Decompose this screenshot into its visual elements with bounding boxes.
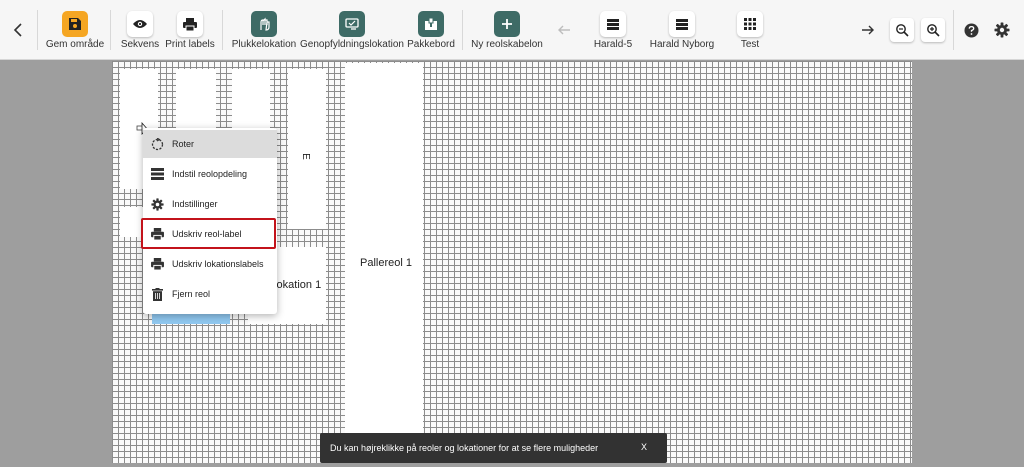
snackbar: Du kan højreklikke på reoler og lokation… — [320, 433, 667, 463]
print-labels-button[interactable]: Print labels — [164, 0, 216, 60]
shelf[interactable] — [176, 69, 216, 137]
toolbar-separator — [222, 10, 223, 50]
shelf-e-label: E — [299, 153, 311, 160]
arrow-left-icon — [558, 25, 570, 35]
menu-item-label: Roter — [172, 139, 195, 149]
packing-table-icon — [418, 11, 444, 37]
save-area-label: Gem område — [45, 39, 105, 50]
zoom-out-button[interactable] — [890, 18, 914, 42]
shelf[interactable] — [232, 69, 270, 137]
menu-item-label: Indstil reolopdeling — [172, 169, 248, 179]
toolbar-separator — [953, 10, 954, 50]
toolbar-separator — [462, 10, 463, 50]
help-icon — [964, 23, 978, 37]
menu-item-label: Indstillinger — [172, 199, 218, 209]
menu-item-set-division[interactable]: Indstil reolopdeling — [143, 160, 277, 188]
pick-location-label: Plukkelokation — [231, 39, 297, 50]
template-test[interactable]: Test — [732, 0, 768, 60]
eye-icon — [127, 11, 153, 37]
template-harald-nyborg[interactable]: Harald Nyborg — [648, 0, 716, 60]
template-label: Harald-5 — [593, 39, 633, 50]
printer-icon — [177, 11, 203, 37]
refill-location-button[interactable]: Genopfyldningslokation — [300, 0, 404, 60]
template-label: Harald Nyborg — [649, 39, 715, 50]
menu-item-settings[interactable]: Indstillinger — [143, 190, 277, 218]
rotate-icon — [150, 137, 164, 151]
help-button[interactable] — [961, 20, 981, 40]
save-area-button[interactable]: Gem område — [44, 0, 106, 60]
shelf-e[interactable]: E — [288, 69, 326, 229]
packing-table-label: Pakkebord — [407, 39, 455, 50]
chevron-left-icon — [13, 23, 22, 37]
toolbar: Gem område Sekvens Print labels Plukkelo… — [0, 0, 1024, 60]
packing-table-button[interactable]: Pakkebord — [406, 0, 456, 60]
pallet-rack[interactable]: Pallereol 1 — [345, 63, 423, 463]
plus-icon — [494, 11, 520, 37]
shelf-icon — [669, 11, 695, 37]
pick-location-icon — [251, 11, 277, 37]
menu-item-rotate[interactable]: Roter — [143, 130, 277, 158]
zoom-in-icon — [927, 24, 940, 37]
gear-icon — [994, 22, 1010, 38]
template-harald-5[interactable]: Harald-5 — [592, 0, 634, 60]
settings-button[interactable] — [992, 20, 1012, 40]
grid-icon — [737, 11, 763, 37]
zoom-out-icon — [896, 24, 909, 37]
toolbar-separator — [110, 10, 111, 50]
printer-icon — [150, 257, 164, 271]
refill-location-label: Genopfyldningslokation — [300, 39, 404, 50]
scroll-right-button[interactable] — [858, 20, 878, 40]
snackbar-close-button[interactable]: X — [641, 442, 647, 452]
zoom-in-button[interactable] — [921, 18, 945, 42]
new-shelf-template-button[interactable]: Ny reolskabelon — [470, 0, 544, 60]
snackbar-message: Du kan højreklikke på reoler og lokation… — [330, 443, 599, 453]
new-shelf-template-label: Ny reolskabelon — [471, 39, 543, 50]
highlight-box — [141, 218, 276, 249]
gear-icon — [150, 197, 164, 211]
menu-item-print-location-labels[interactable]: Udskriv lokationslabels — [143, 250, 277, 278]
toolbar-separator — [37, 10, 38, 50]
trash-icon — [150, 287, 164, 301]
list-icon — [150, 167, 164, 181]
menu-item-remove-shelf[interactable]: Fjern reol — [143, 280, 277, 308]
menu-item-label: Udskriv lokationslabels — [172, 259, 264, 269]
sequence-button[interactable]: Sekvens — [118, 0, 162, 60]
template-label: Test — [740, 39, 760, 50]
back-button[interactable] — [8, 20, 28, 40]
pallet-rack-label: Pallereol 1 — [360, 257, 412, 269]
shelf-icon — [600, 11, 626, 37]
refill-location-icon — [339, 11, 365, 37]
menu-item-label: Fjern reol — [172, 289, 211, 299]
save-icon — [62, 11, 88, 37]
scroll-left-button[interactable] — [554, 20, 574, 40]
print-labels-label: Print labels — [165, 39, 215, 50]
pick-location-button[interactable]: Plukkelokation — [232, 0, 296, 60]
arrow-right-icon — [862, 25, 874, 35]
sequence-label: Sekvens — [120, 39, 160, 50]
